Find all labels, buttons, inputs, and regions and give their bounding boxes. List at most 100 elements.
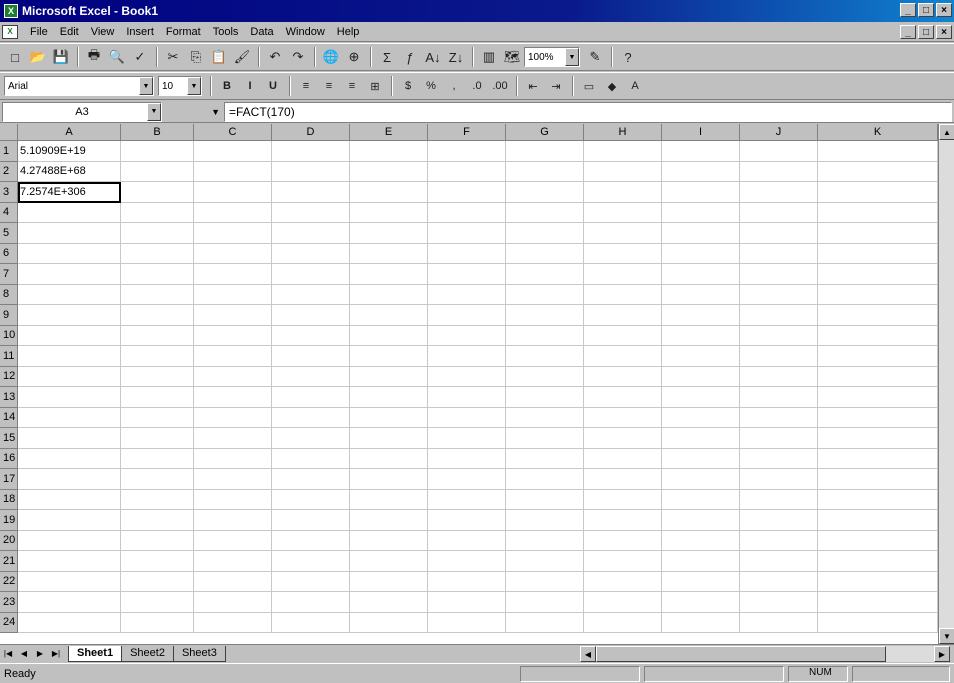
cell-a1[interactable]: 5.10909E+19: [18, 141, 121, 162]
cell-h7[interactable]: [584, 264, 662, 285]
cell-i7[interactable]: [662, 264, 740, 285]
row-header-10[interactable]: 10: [0, 325, 18, 346]
cell-a18[interactable]: [18, 489, 121, 510]
cell-j2[interactable]: [740, 161, 818, 182]
cell-j6[interactable]: [740, 243, 818, 264]
doc-close-button[interactable]: ×: [936, 25, 952, 39]
cell-h5[interactable]: [584, 223, 662, 244]
cell-i23[interactable]: [662, 592, 740, 613]
cell-i9[interactable]: [662, 305, 740, 326]
cell-e15[interactable]: [350, 428, 428, 449]
cell-c8[interactable]: [194, 284, 272, 305]
row-header-13[interactable]: 13: [0, 387, 18, 408]
cell-f6[interactable]: [428, 243, 506, 264]
increase-indent-button[interactable]: ⇥: [545, 75, 567, 97]
cell-c14[interactable]: [194, 407, 272, 428]
menu-format[interactable]: Format: [160, 26, 207, 38]
cell-e7[interactable]: [350, 264, 428, 285]
cell-k15[interactable]: [818, 428, 938, 449]
cell-d13[interactable]: [272, 387, 350, 408]
cell-a11[interactable]: [18, 346, 121, 367]
sort-ascending-icon[interactable]: A↓: [422, 46, 444, 68]
drawing-icon[interactable]: ✎: [584, 46, 606, 68]
cell-j4[interactable]: [740, 202, 818, 223]
cell-k21[interactable]: [818, 551, 938, 572]
cell-h4[interactable]: [584, 202, 662, 223]
cell-a21[interactable]: [18, 551, 121, 572]
cell-d16[interactable]: [272, 448, 350, 469]
cell-h9[interactable]: [584, 305, 662, 326]
print-preview-icon[interactable]: 🔍: [106, 46, 128, 68]
cell-i8[interactable]: [662, 284, 740, 305]
cell-k8[interactable]: [818, 284, 938, 305]
cell-b9[interactable]: [121, 305, 194, 326]
cell-e19[interactable]: [350, 510, 428, 531]
cell-c13[interactable]: [194, 387, 272, 408]
menu-data[interactable]: Data: [244, 26, 279, 38]
cell-g3[interactable]: [506, 182, 584, 203]
cell-j15[interactable]: [740, 428, 818, 449]
cell-a12[interactable]: [18, 366, 121, 387]
cell-a6[interactable]: [18, 243, 121, 264]
horizontal-scroll-thumb[interactable]: [596, 646, 886, 662]
cell-a24[interactable]: [18, 612, 121, 633]
column-header-j[interactable]: J: [740, 124, 818, 141]
horizontal-scrollbar[interactable]: ◀ ▶: [580, 646, 950, 662]
cell-c23[interactable]: [194, 592, 272, 613]
redo-icon[interactable]: ↷: [287, 46, 309, 68]
cell-f9[interactable]: [428, 305, 506, 326]
cell-b11[interactable]: [121, 346, 194, 367]
close-button[interactable]: ×: [936, 3, 952, 17]
cell-h14[interactable]: [584, 407, 662, 428]
cell-f8[interactable]: [428, 284, 506, 305]
row-header-17[interactable]: 17: [0, 469, 18, 490]
cell-g21[interactable]: [506, 551, 584, 572]
minimize-button[interactable]: _: [900, 3, 916, 17]
cell-k5[interactable]: [818, 223, 938, 244]
cell-f17[interactable]: [428, 469, 506, 490]
cell-i14[interactable]: [662, 407, 740, 428]
column-header-h[interactable]: H: [584, 124, 662, 141]
cell-j14[interactable]: [740, 407, 818, 428]
cell-g2[interactable]: [506, 161, 584, 182]
cell-i1[interactable]: [662, 141, 740, 162]
cell-d3[interactable]: [272, 182, 350, 203]
row-header-19[interactable]: 19: [0, 510, 18, 531]
menu-view[interactable]: View: [85, 26, 121, 38]
row-header-22[interactable]: 22: [0, 571, 18, 592]
cell-d20[interactable]: [272, 530, 350, 551]
cell-b19[interactable]: [121, 510, 194, 531]
next-sheet-icon[interactable]: ▶: [32, 646, 48, 662]
cell-d12[interactable]: [272, 366, 350, 387]
comma-button[interactable]: ,: [443, 75, 465, 97]
cell-d10[interactable]: [272, 325, 350, 346]
cell-g19[interactable]: [506, 510, 584, 531]
increase-decimal-button[interactable]: .0: [466, 75, 488, 97]
cell-k3[interactable]: [818, 182, 938, 203]
cell-h10[interactable]: [584, 325, 662, 346]
cell-c7[interactable]: [194, 264, 272, 285]
function-icon[interactable]: ƒ: [399, 46, 421, 68]
scroll-left-icon[interactable]: ◀: [580, 646, 596, 662]
cell-c24[interactable]: [194, 612, 272, 633]
cell-i24[interactable]: [662, 612, 740, 633]
row-header-24[interactable]: 24: [0, 612, 18, 633]
cell-a17[interactable]: [18, 469, 121, 490]
align-left-button[interactable]: ≡: [295, 75, 317, 97]
cell-f22[interactable]: [428, 571, 506, 592]
cell-j12[interactable]: [740, 366, 818, 387]
cell-k14[interactable]: [818, 407, 938, 428]
cell-g17[interactable]: [506, 469, 584, 490]
cell-k1[interactable]: [818, 141, 938, 162]
cell-k11[interactable]: [818, 346, 938, 367]
borders-button[interactable]: ▭: [578, 75, 600, 97]
cell-c18[interactable]: [194, 489, 272, 510]
column-header-g[interactable]: G: [506, 124, 584, 141]
cell-k17[interactable]: [818, 469, 938, 490]
cell-g23[interactable]: [506, 592, 584, 613]
chart-wizard-icon[interactable]: ▥: [478, 46, 500, 68]
cell-f16[interactable]: [428, 448, 506, 469]
cell-d9[interactable]: [272, 305, 350, 326]
cell-b14[interactable]: [121, 407, 194, 428]
cell-b21[interactable]: [121, 551, 194, 572]
